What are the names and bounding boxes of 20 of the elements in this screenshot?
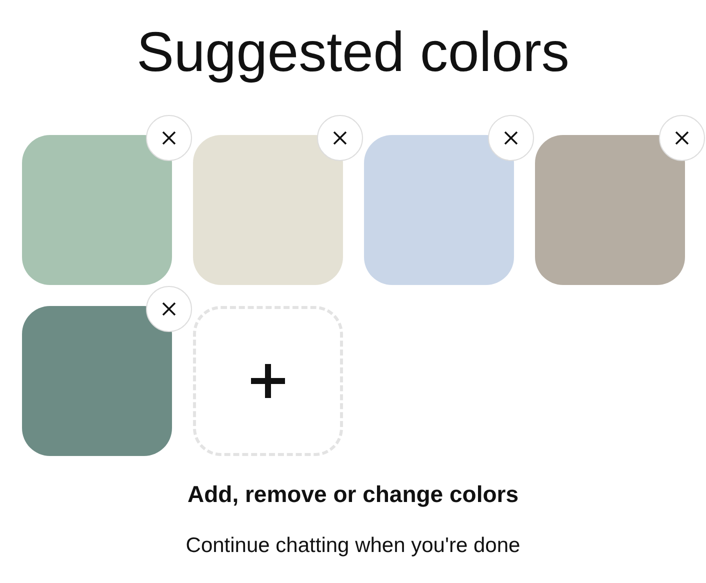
close-icon (674, 130, 690, 146)
plus-icon (250, 364, 284, 398)
remove-button[interactable] (146, 115, 192, 161)
instruction-text: Add, remove or change colors (187, 480, 519, 508)
color-swatch[interactable] (364, 135, 514, 285)
hint-text: Continue chatting when you're done (186, 533, 520, 559)
close-icon (160, 301, 176, 317)
close-icon (332, 130, 348, 146)
page-title: Suggested colors (136, 19, 570, 85)
remove-button[interactable] (146, 286, 192, 332)
remove-button[interactable] (658, 115, 704, 161)
color-swatch[interactable] (22, 306, 172, 456)
color-swatch[interactable] (22, 135, 172, 285)
remove-button[interactable] (488, 115, 534, 161)
close-icon (160, 130, 176, 146)
add-color-button[interactable] (192, 306, 342, 456)
color-swatch[interactable] (534, 135, 684, 285)
color-swatch[interactable] (192, 135, 342, 285)
close-icon (502, 130, 518, 146)
remove-button[interactable] (316, 115, 362, 161)
